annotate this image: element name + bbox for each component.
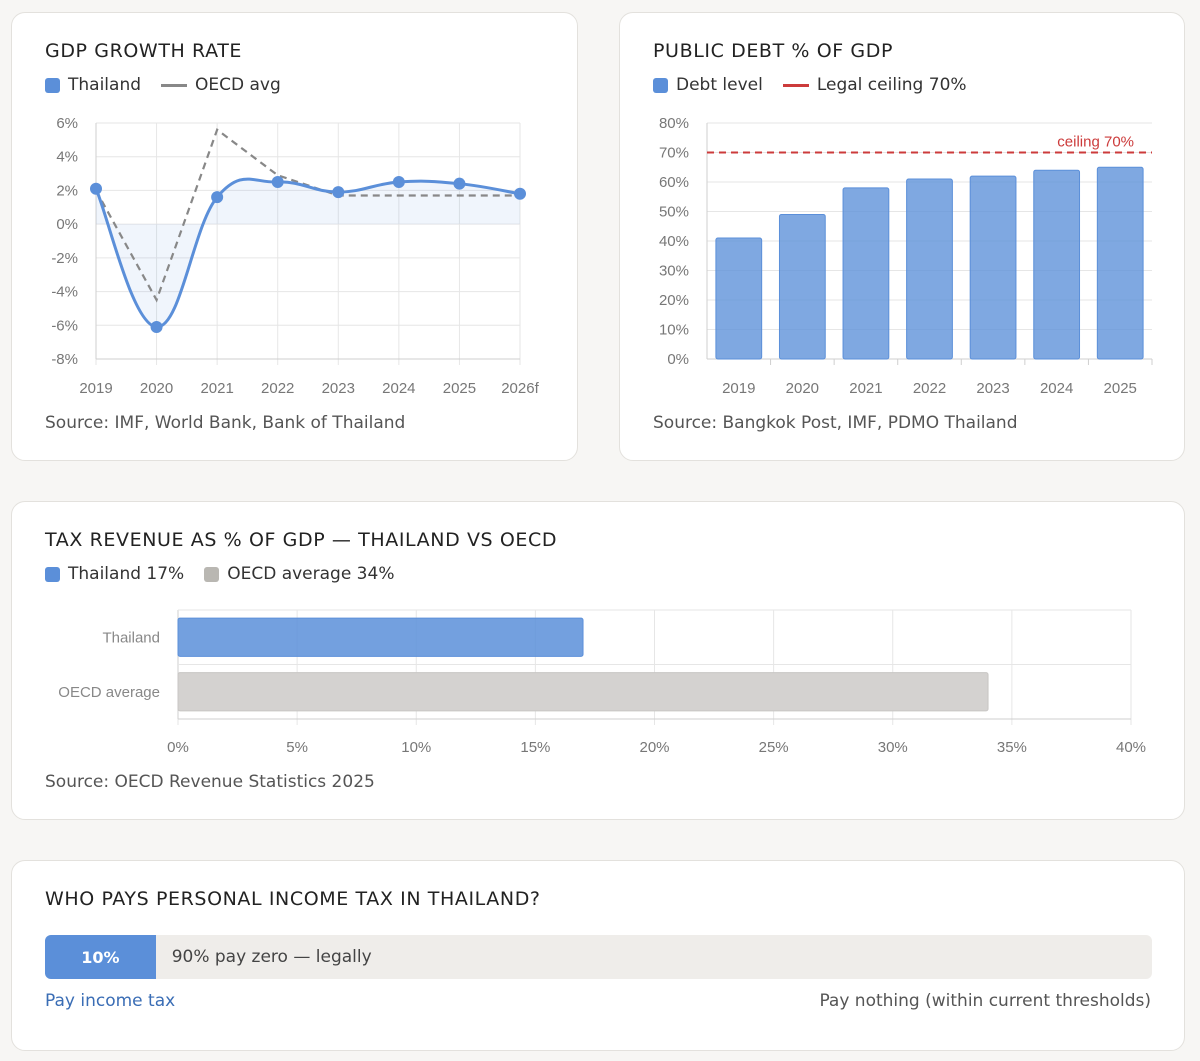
- gdp-x-tick-label: 2020: [140, 380, 173, 397]
- gdp-y-tick-label: 2%: [56, 182, 78, 199]
- tax-x-tick-label: 25%: [759, 739, 789, 756]
- tax-x-tick-label: 35%: [997, 739, 1027, 756]
- debt-bar-chart: 80% 70% 60% 50% 40% 30% 20% 10% 0% 2019 2020 2021 20…: [659, 115, 1153, 397]
- tax-bar: [177, 672, 989, 712]
- pit-fill-label: 10%: [81, 947, 120, 967]
- tax-x-tick-label: 5%: [286, 739, 308, 756]
- income-tax-payers-card: WHO PAYS PERSONAL INCOME TAX IN THAILAND…: [11, 860, 1185, 1051]
- pit-title: WHO PAYS PERSONAL INCOME TAX IN THAILAND…: [45, 888, 541, 910]
- debt-bar: [842, 187, 890, 360]
- debt-bar: [778, 213, 826, 360]
- debt-bar: [969, 175, 1017, 360]
- debt-bar: [1096, 166, 1144, 360]
- gdp-thailand-point: [514, 187, 526, 200]
- debt-y-tick-label: 40%: [659, 233, 689, 250]
- gdp-thailand-point: [90, 182, 102, 195]
- pit-right-label: Pay nothing (within current thresholds): [819, 991, 1151, 1011]
- gdp-x-tick-label: 2021: [200, 380, 233, 397]
- debt-y-tick-label: 80%: [659, 115, 689, 132]
- tax-x-tick-label: 0%: [167, 739, 189, 756]
- debt-bar: [906, 178, 953, 360]
- gdp-thailand-point: [150, 320, 163, 333]
- gdp-x-tick-label: 2022: [261, 380, 294, 397]
- pit-rest-label: 90% pay zero — legally: [171, 947, 372, 967]
- gdp-x-tick-label: 2024: [382, 380, 415, 397]
- pit-progress-track: 10% 90% pay zero — legally: [45, 935, 1152, 979]
- debt-x-tick-label: 2022: [913, 380, 946, 397]
- debt-y-tick-label: 70%: [659, 145, 689, 162]
- gdp-y-tick-label: -8%: [51, 351, 78, 368]
- tax-x-tick-label: 20%: [639, 739, 669, 756]
- tax-revenue-card: TAX REVENUE AS % OF GDP — THAILAND VS OE…: [11, 501, 1185, 820]
- tax-x-tick-label: 30%: [878, 739, 908, 756]
- gdp-source-note: Source: IMF, World Bank, Bank of Thailan…: [45, 413, 406, 433]
- gdp-x-tick-label: 2025: [443, 380, 476, 397]
- pit-left-label: Pay income tax: [45, 991, 176, 1011]
- gdp-y-tick-label: 6%: [56, 115, 78, 132]
- debt-x-tick-label: 2023: [976, 380, 1009, 397]
- debt-y-tick-label: 10%: [659, 322, 689, 339]
- gdp-x-tick-label: 2026f: [501, 380, 539, 397]
- debt-y-tick-label: 30%: [659, 263, 689, 280]
- gdp-y-tick-label: -6%: [51, 317, 78, 334]
- gdp-x-tick-label: 2023: [322, 380, 355, 397]
- gdp-thailand-area: [96, 179, 520, 327]
- debt-y-tick-label: 20%: [659, 292, 689, 309]
- public-debt-card: PUBLIC DEBT % OF GDP Debt level Legal ce…: [619, 12, 1185, 461]
- debt-source-note: Source: Bangkok Post, IMF, PDMO Thailand: [653, 413, 1018, 433]
- gdp-y-tick-label: -4%: [51, 284, 78, 301]
- debt-y-tick-label: 50%: [659, 204, 689, 221]
- pit-progress-fill: 10%: [45, 935, 156, 979]
- debt-x-tick-label: 2020: [786, 380, 819, 397]
- gdp-thailand-point: [211, 191, 224, 204]
- gdp-line-chart: 6% 4% 2% 0% -2% -4% -6% -8%2019 2020 2021 2022 2023…: [51, 115, 539, 397]
- gdp-thailand-point: [271, 176, 284, 188]
- debt-bar: [715, 237, 763, 360]
- tax-y-tick-label: OECD average: [58, 684, 160, 701]
- tax-horizontal-bar-chart: 0% 5% 10% 15% 20% 25% 30% 35% 40% Thailand OECD av…: [58, 609, 1146, 756]
- tax-source-note: Source: OECD Revenue Statistics 2025: [45, 772, 375, 792]
- debt-x-tick-label: 2019: [722, 380, 755, 397]
- gdp-thailand-point: [453, 177, 466, 190]
- debt-bar: [1033, 169, 1081, 360]
- gdp-thailand-point: [392, 176, 405, 188]
- gdp-y-tick-label: -2%: [51, 250, 78, 267]
- debt-y-tick-label: 0%: [667, 351, 689, 368]
- tax-y-tick-label: Thailand: [102, 629, 160, 646]
- gdp-y-tick-label: 0%: [56, 216, 78, 233]
- tax-x-tick-label: 15%: [520, 739, 550, 756]
- tax-x-tick-label: 40%: [1116, 739, 1146, 756]
- debt-x-tick-label: 2024: [1040, 380, 1073, 397]
- tax-x-tick-label: 10%: [401, 739, 431, 756]
- gdp-y-tick-label: 4%: [56, 149, 78, 166]
- tax-bar: [177, 617, 584, 657]
- gdp-x-tick-label: 2019: [79, 380, 112, 397]
- debt-x-tick-label: 2025: [1104, 380, 1137, 397]
- debt-y-tick-label: 60%: [659, 174, 689, 191]
- debt-ceiling-label: ceiling 70%: [1057, 134, 1134, 151]
- gdp-thailand-point: [332, 186, 345, 199]
- gdp-growth-card: GDP GROWTH RATE Thailand OECD avg 6% 4% 2%…: [11, 12, 578, 461]
- debt-x-tick-label: 2021: [849, 380, 882, 397]
